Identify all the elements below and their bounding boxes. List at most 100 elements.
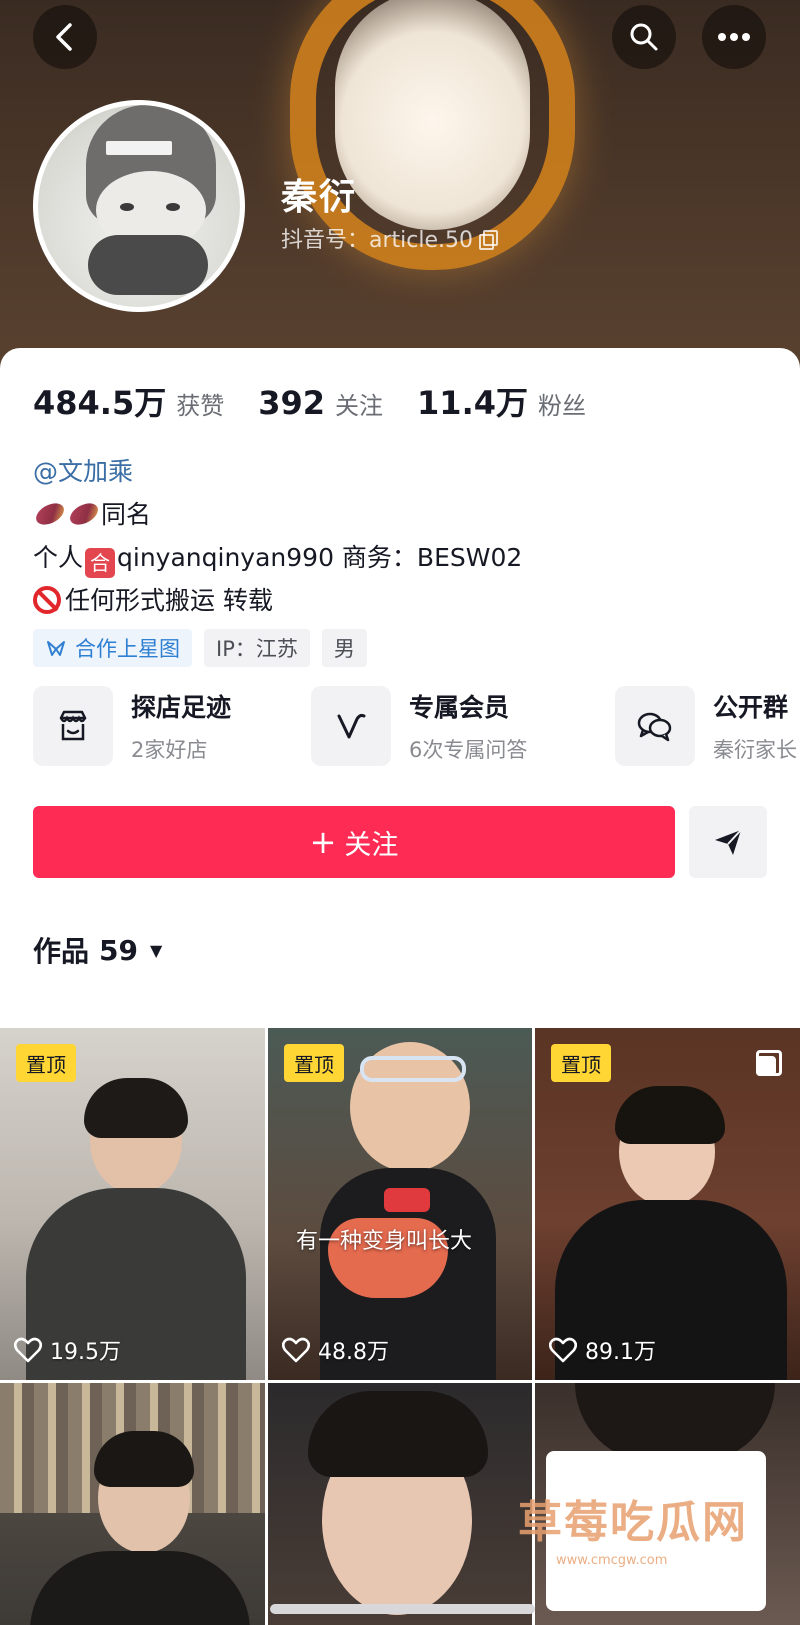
stat-following[interactable]: 392 关注 <box>258 384 383 422</box>
prohibited-icon <box>33 586 61 614</box>
caret-down-icon: ▼ <box>149 940 163 960</box>
works-count: 59 <box>99 933 138 967</box>
heart-icon <box>549 1337 577 1363</box>
send-arrow-icon <box>715 829 742 855</box>
star-cooperation-tag[interactable]: 合作上星图 <box>33 629 192 667</box>
video-caption: 有一种变身叫长大 <box>296 1229 473 1254</box>
follow-button[interactable]: + 关注 <box>33 806 675 878</box>
search-button[interactable] <box>612 5 676 69</box>
service-text: 专属会员 6次专属问答 <box>409 688 527 764</box>
profile-card: 484.5万 获赞 392 关注 11.4万 粉丝 @文加乘 同名 个人合 qin… <box>0 348 800 1028</box>
service-title: 探店足迹 <box>131 693 232 722</box>
video-thumbnail[interactable] <box>268 1383 532 1625</box>
multi-image-icon <box>756 1050 782 1076</box>
nickname: 秦衍 <box>281 177 358 218</box>
service-title: 专属会员 <box>409 693 510 722</box>
pinned-badge: 置顶 <box>284 1044 344 1082</box>
bio-line-mention: @文加乘 <box>33 450 522 493</box>
service-subtitle: 秦衍家长 <box>713 738 797 762</box>
stats-row: 484.5万 获赞 392 关注 11.4万 粉丝 <box>33 378 620 424</box>
bio: @文加乘 同名 个人合 qinyanqinyan990 商务：BESW02 任何形… <box>33 450 522 622</box>
pinned-badge: 置顶 <box>16 1044 76 1082</box>
bio-line-2: 同名 <box>33 493 522 536</box>
stat-value: 392 <box>258 384 326 422</box>
services-row: 探店足迹 2家好店 专属会员 6次专属问答 公开群 秦衍家长 <box>33 686 800 776</box>
mention-link[interactable]: @文加乘 <box>33 457 133 486</box>
like-count-value: 19.5万 <box>50 1340 121 1365</box>
video-person-bowtie <box>384 1188 430 1212</box>
he-badge-icon: 合 <box>85 548 116 578</box>
stat-label: 关注 <box>335 392 384 420</box>
header-background-bulb <box>335 0 530 230</box>
service-title: 公开群 <box>713 693 789 722</box>
home-indicator[interactable] <box>270 1604 535 1614</box>
like-count: 89.1万 <box>549 1334 656 1366</box>
works-label: 作品 <box>33 935 90 968</box>
like-count: 19.5万 <box>14 1334 121 1366</box>
watermark-text: 草莓吃瓜网 <box>518 1497 748 1548</box>
stat-value: 11.4万 <box>417 384 528 422</box>
star-map-icon <box>47 641 65 656</box>
bio-text: 任何形式搬运 转载 <box>65 586 273 615</box>
stat-label: 获赞 <box>176 392 225 420</box>
video-person-hair <box>84 1078 188 1138</box>
service-subtitle: 2家好店 <box>131 738 208 762</box>
sweet-potato-icon <box>33 501 67 527</box>
follow-label: 关注 <box>344 829 399 861</box>
sweet-potato-icon <box>67 501 101 527</box>
stat-followers[interactable]: 11.4万 粉丝 <box>417 378 586 424</box>
copy-icon[interactable] <box>479 230 498 250</box>
search-icon <box>630 23 658 51</box>
shop-icon <box>33 686 113 766</box>
douyin-id-text: 抖音号：article.50 <box>281 228 473 253</box>
service-subtitle: 6次专属问答 <box>409 738 528 762</box>
avatar-scarf <box>88 235 208 295</box>
avatar-hood-tag <box>106 141 172 155</box>
like-count-value: 48.8万 <box>318 1340 389 1365</box>
like-count: 48.8万 <box>282 1334 389 1366</box>
video-person-glasses <box>360 1056 466 1082</box>
service-shop-visits[interactable]: 探店足迹 2家好店 <box>33 686 231 766</box>
plus-icon: + <box>309 823 337 861</box>
works-tab[interactable]: 作品 59 ▼ <box>33 930 162 970</box>
pinned-badge: 置顶 <box>551 1044 611 1082</box>
tag-row: 合作上星图 IP：江苏 男 <box>33 629 367 667</box>
chevron-left-icon <box>56 23 72 51</box>
avatar[interactable] <box>33 100 245 312</box>
back-button[interactable] <box>33 5 97 69</box>
tag-label: 合作上星图 <box>75 637 180 661</box>
bio-text: 同名 <box>101 500 152 529</box>
bio-text: 个人 <box>33 543 84 572</box>
stat-label: 粉丝 <box>538 392 586 420</box>
heart-icon <box>14 1337 42 1363</box>
service-text: 探店足迹 2家好店 <box>131 688 231 764</box>
chat-bubbles-icon <box>615 686 695 766</box>
video-person-hair <box>615 1086 725 1144</box>
ip-tag: IP：江苏 <box>204 629 310 667</box>
share-button[interactable] <box>689 806 767 878</box>
heart-icon <box>282 1337 310 1363</box>
more-dots-icon <box>718 33 750 41</box>
profile-header: 秦衍 抖音号：article.50 <box>0 0 800 380</box>
watermark-url: www.cmcgw.com <box>556 1553 668 1568</box>
video-person-hair <box>308 1391 488 1477</box>
video-person-hair <box>94 1431 194 1487</box>
service-public-group[interactable]: 公开群 秦衍家长 <box>615 686 797 766</box>
gender-tag: 男 <box>321 629 367 667</box>
video-thumbnail[interactable]: 置顶 89.1万 <box>535 1028 800 1380</box>
avatar-eye <box>120 203 134 211</box>
douyin-id[interactable]: 抖音号：article.50 <box>281 222 498 254</box>
video-thumbnail[interactable]: 置顶 19.5万 <box>0 1028 265 1380</box>
more-button[interactable] <box>702 5 766 69</box>
bio-line-3: 个人合 qinyanqinyan990 商务：BESW02 <box>33 536 522 579</box>
like-count-value: 89.1万 <box>585 1340 656 1365</box>
stat-likes[interactable]: 484.5万 获赞 <box>33 378 224 424</box>
video-grid: 置顶 19.5万 有一种变身叫长大 置顶 48.8万 置顶 89.1万 草莓吃瓜… <box>0 1028 800 1625</box>
video-thumbnail[interactable] <box>0 1383 265 1625</box>
service-text: 公开群 秦衍家长 <box>713 688 797 764</box>
bio-text: qinyanqinyan990 商务：BESW02 <box>117 543 523 572</box>
bio-line-4: 任何形式搬运 转载 <box>33 579 522 622</box>
video-thumbnail[interactable]: 有一种变身叫长大 置顶 48.8万 <box>268 1028 532 1380</box>
avatar-eye <box>166 203 180 211</box>
service-membership[interactable]: 专属会员 6次专属问答 <box>311 686 527 766</box>
